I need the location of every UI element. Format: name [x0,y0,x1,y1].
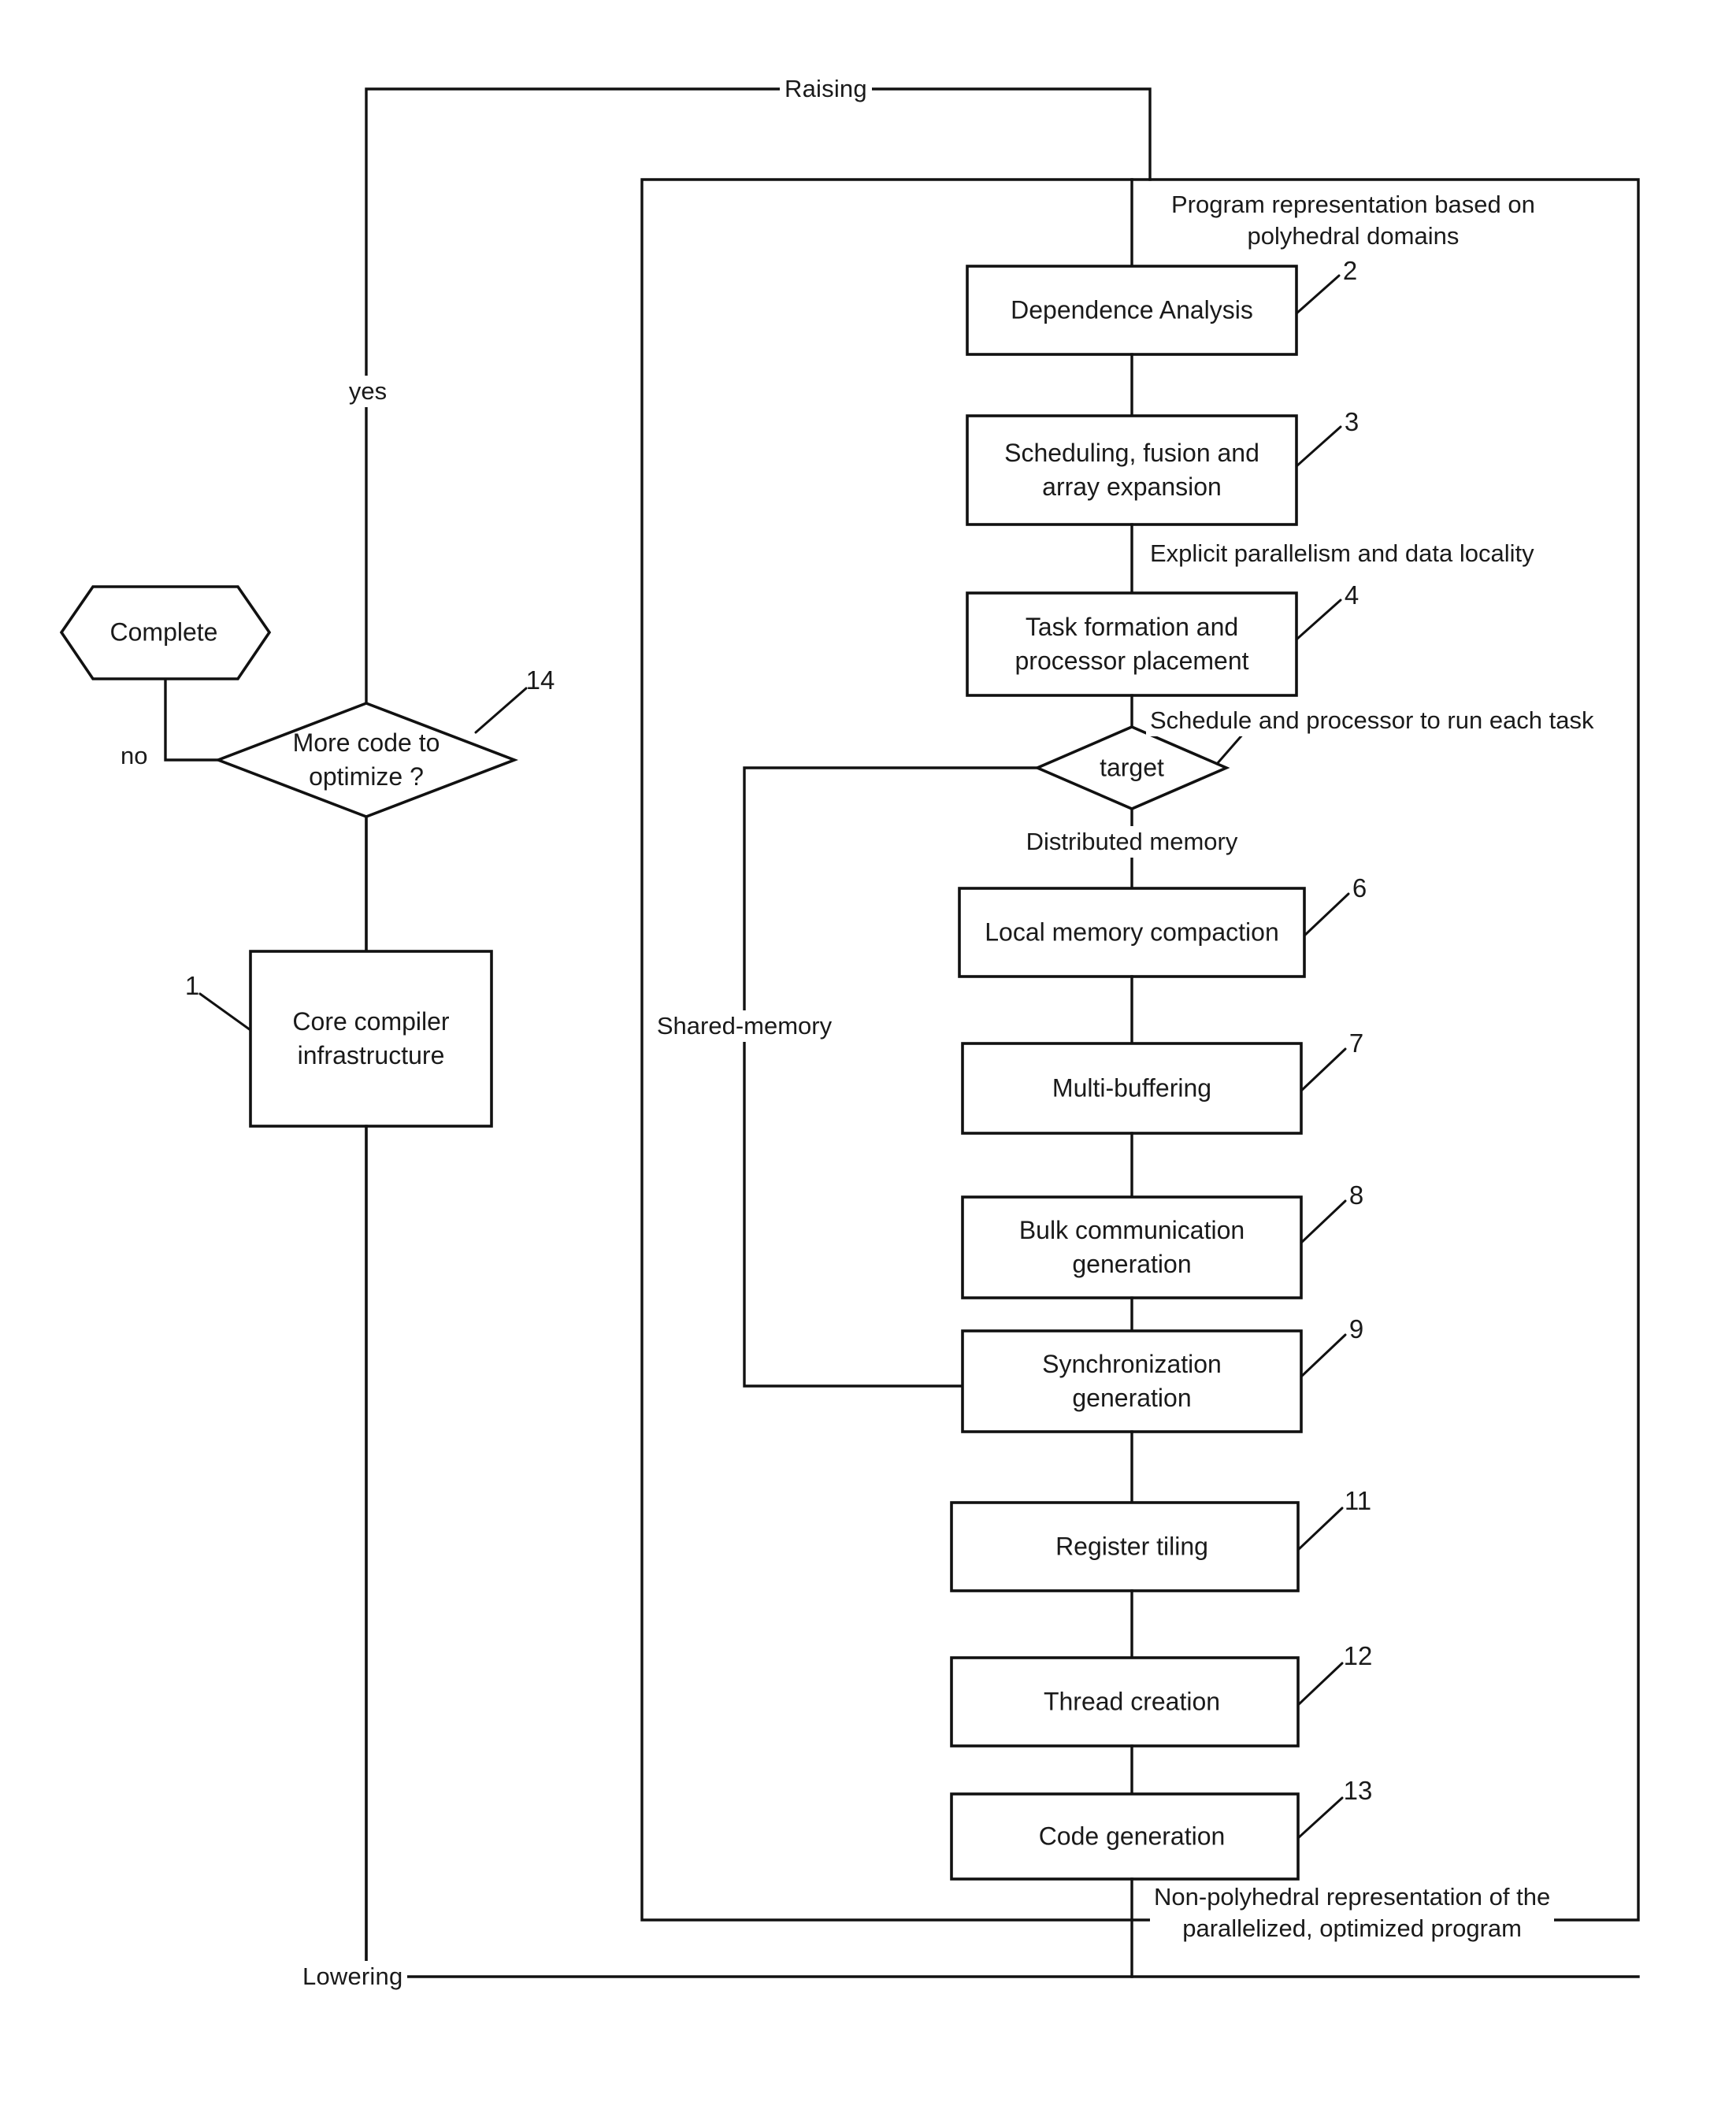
leader-ref-12 [1296,1662,1344,1707]
edge-label-schedule-processor: Schedule and processor to run each task [1146,705,1598,736]
leader-ref-8 [1300,1199,1347,1244]
label-lowering: Lowering [298,1961,408,1992]
ref-number-14: 14 [525,665,555,695]
leader-ref-9 [1300,1333,1347,1378]
ref-number-8: 8 [1348,1180,1364,1210]
edge-label-no: no [117,740,152,772]
node-label-local-memory-compaction: Local memory compaction [985,917,1279,947]
node-label-register-tiling: Register tiling [1055,1532,1208,1561]
node-label-more-code-decision: More code to optimize ? [292,728,440,791]
node-label-complete: Complete [109,617,218,647]
node-label-target: target [1100,753,1164,782]
edge-label-program-representation: Program representation based on polyhedr… [1167,189,1539,252]
leader-ref-6 [1303,892,1350,937]
node-label-synchronization-generation: Synchronization generation [1042,1350,1222,1412]
node-label-bulk-communication: Bulk communication generation [1018,1216,1245,1278]
ref-number-3: 3 [1344,407,1359,436]
leader-ref-3 [1295,425,1342,468]
node-label-multi-buffering: Multi-buffering [1052,1073,1212,1103]
ref-number-6: 6 [1352,873,1367,902]
edge-label-shared-memory: Shared-memory [652,1010,836,1042]
ref-number-12: 12 [1343,1641,1373,1670]
ref-number-1: 1 [184,971,200,1000]
leader-ref-14 [474,687,528,734]
node-label-scheduling-fusion: Scheduling, fusion and array expansion [1004,439,1259,501]
edge-label-explicit-parallelism: Explicit parallelism and data locality [1146,538,1538,569]
flowchart-canvas [59,87,1640,1978]
ref-number-13: 13 [1343,1776,1373,1805]
leader-ref-13 [1296,1796,1344,1840]
node-label-code-generation: Code generation [1038,1822,1226,1851]
ref-number-11: 11 [1344,1486,1372,1515]
ref-number-4: 4 [1344,580,1359,610]
ref-number-9: 9 [1348,1314,1364,1344]
ref-number-7: 7 [1348,1028,1364,1058]
edge-label-yes: yes [344,376,391,407]
flowchart-page: Raising Lowering Dependence Analysis Sch… [0,0,1736,2120]
leader-ref-2 [1295,274,1341,315]
node-label-core-compiler: Core compiler infrastructure [292,1007,450,1069]
node-label-thread-creation: Thread creation [1043,1687,1221,1716]
edge-label-non-polyhedral: Non-polyhedral representation of the par… [1150,1881,1555,1944]
ref-number-2: 2 [1342,256,1358,285]
label-raising: Raising [780,73,872,105]
leader-ref-4 [1295,599,1342,641]
node-label-task-formation: Task formation and processor placement [1015,613,1249,675]
node-label-dependence-analysis: Dependence Analysis [1011,295,1253,324]
edge-no-to-complete [164,677,220,762]
edge-label-distributed-memory: Distributed memory [1022,826,1242,858]
leader-ref-7 [1300,1047,1347,1092]
leader-ref-1 [198,992,252,1032]
leader-ref-11 [1296,1507,1344,1551]
